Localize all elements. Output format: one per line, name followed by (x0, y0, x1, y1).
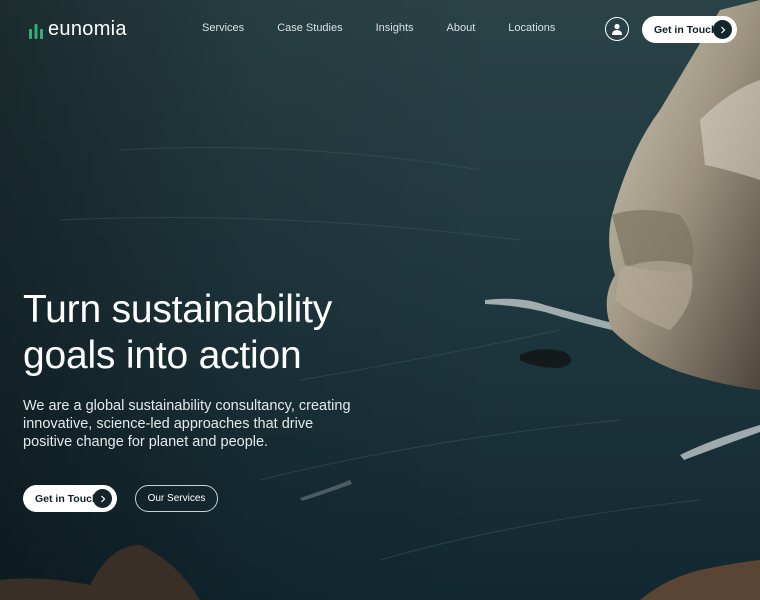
our-services-button[interactable]: Our Services (135, 485, 218, 512)
account-button[interactable] (605, 17, 629, 41)
nav-link-about[interactable]: About (447, 22, 476, 34)
user-icon (612, 23, 622, 35)
nav-link-case-studies[interactable]: Case Studies (277, 22, 342, 34)
brand-logo[interactable]: eunomia (28, 18, 127, 41)
brand-name: eunomia (48, 18, 127, 40)
top-navigation: eunomia Services Case Studies Insights A… (0, 0, 760, 60)
nav-links: Services Case Studies Insights About Loc… (202, 22, 588, 34)
hero-get-in-touch-button[interactable]: Get in Touch (23, 485, 117, 512)
nav-link-locations[interactable]: Locations (508, 22, 555, 34)
chevron-right-icon (713, 20, 732, 39)
nav-link-insights[interactable]: Insights (376, 22, 414, 34)
chevron-right-icon (93, 489, 112, 508)
nav-get-in-touch-button[interactable]: Get in Touch (642, 16, 737, 43)
nav-link-services[interactable]: Services (202, 22, 244, 34)
hero-description: We are a global sustainability consultan… (23, 398, 351, 450)
headline-line-1: Turn sustainability (23, 288, 333, 331)
headline-line-2: goals into action (23, 334, 302, 377)
nav-cta-label: Get in Touch (654, 23, 718, 36)
leaf-bars-icon (29, 23, 43, 39)
hero-cta-label: Get in Touch (35, 492, 99, 505)
hero-headline: Turn sustainability goals into action (23, 287, 383, 379)
